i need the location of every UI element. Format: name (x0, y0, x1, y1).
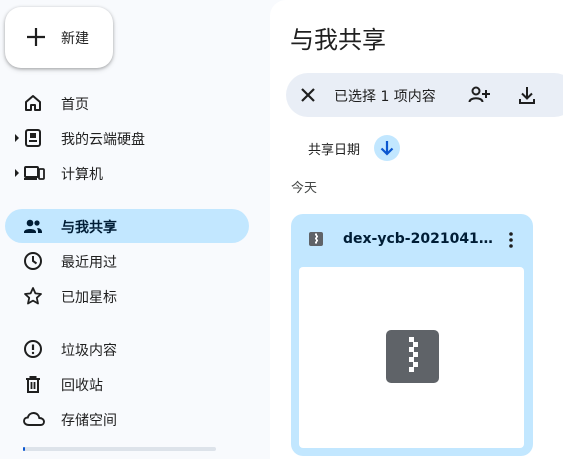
arrow-down-icon (380, 141, 394, 156)
sidebar-item-label: 最近用过 (61, 255, 117, 271)
sidebar-item-label: 回收站 (61, 378, 103, 394)
sidebar-item-label: 首页 (61, 97, 89, 113)
new-button[interactable]: 新建 (5, 7, 113, 68)
spam-icon (24, 340, 42, 358)
add-person-icon[interactable] (468, 84, 490, 106)
sidebar: 新建 首页 我的云端硬盘 计算机 与我共享 最近用过 已加星标 垃圾内容 回收站… (0, 0, 270, 459)
sidebar-item-home[interactable]: 首页 (5, 86, 249, 120)
caret-right-icon[interactable] (14, 168, 20, 178)
file-name: dex-ycb-20210415.... (343, 231, 495, 247)
zip-icon (309, 232, 323, 246)
new-button-label: 新建 (61, 31, 89, 47)
sidebar-item-recent[interactable]: 最近用过 (5, 244, 249, 278)
file-card[interactable]: dex-ycb-20210415.... (291, 214, 533, 456)
plus-icon (27, 28, 45, 46)
home-icon (25, 95, 41, 111)
sidebar-item-label: 计算机 (61, 167, 103, 183)
sort-direction-button[interactable] (374, 135, 400, 161)
selection-toolbar: 已选择 1 项内容 (286, 73, 563, 117)
sidebar-item-my-drive[interactable]: 我的云端硬盘 (5, 121, 249, 155)
file-thumbnail (299, 267, 524, 448)
sidebar-item-label: 我的云端硬盘 (61, 132, 145, 148)
star-icon (24, 287, 42, 305)
sidebar-item-starred[interactable]: 已加星标 (5, 279, 249, 313)
trash-icon (26, 376, 40, 393)
sidebar-item-computers[interactable]: 计算机 (5, 156, 249, 190)
download-icon[interactable] (516, 84, 538, 106)
cloud-icon (23, 412, 45, 426)
sidebar-item-label: 垃圾内容 (61, 343, 117, 359)
sidebar-item-label: 已加星标 (61, 290, 117, 306)
close-icon[interactable] (298, 85, 318, 105)
sort-label[interactable]: 共享日期 (308, 139, 360, 158)
sidebar-item-spam[interactable]: 垃圾内容 (5, 332, 249, 366)
more-vert-icon[interactable] (501, 230, 521, 250)
sidebar-item-label: 与我共享 (61, 220, 117, 236)
zip-icon (386, 330, 439, 383)
sidebar-item-storage[interactable]: 存储空间 (5, 402, 249, 436)
main-panel: 与我共享 已选择 1 项内容 共享日期 今天 dex-ycb-20210415.… (270, 0, 563, 459)
sidebar-item-shared-with-me[interactable]: 与我共享 (5, 209, 249, 243)
computer-icon (24, 166, 45, 180)
page-title: 与我共享 (290, 26, 386, 54)
storage-usage-fill (23, 447, 25, 451)
clock-icon (24, 252, 42, 270)
caret-right-icon[interactable] (14, 133, 20, 143)
sidebar-item-label: 存储空间 (61, 413, 117, 429)
date-group-label: 今天 (291, 181, 318, 196)
shared-people-icon (24, 219, 42, 233)
sidebar-item-trash[interactable]: 回收站 (5, 367, 249, 401)
drive-icon (25, 129, 41, 147)
selection-count: 已选择 1 项内容 (334, 89, 436, 105)
storage-usage-bar (23, 447, 216, 451)
